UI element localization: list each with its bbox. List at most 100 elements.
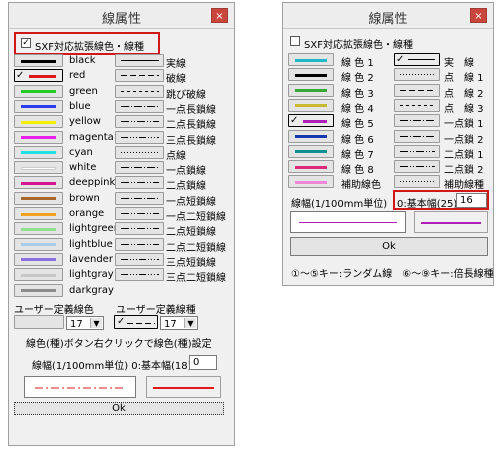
linetype-button-4[interactable] [115, 115, 164, 129]
linetype-label: 二点鎖 2 [444, 165, 484, 177]
linetype-button-0[interactable] [115, 54, 164, 67]
user-linetype-select[interactable]: 17 ▼ [160, 316, 198, 330]
linetype-button-2[interactable] [394, 83, 440, 97]
linetype-button-4[interactable] [394, 114, 440, 128]
color-button-4[interactable]: ✓ [288, 114, 334, 128]
color-button-5[interactable] [288, 129, 334, 143]
color-label: cyan [69, 146, 93, 158]
linetype-button-6[interactable] [394, 144, 440, 158]
linetype-sample [121, 105, 159, 108]
color-button-6[interactable] [288, 144, 334, 158]
color-button-9[interactable] [14, 191, 63, 205]
check-mark-icon: ✓ [290, 114, 299, 126]
linetype-label: 一点短鎖線 [166, 196, 216, 208]
sxf-label: SXF対応拡張線色・線種 [304, 40, 413, 51]
check-mark-icon: ✓ [22, 38, 30, 48]
color-button-14[interactable] [14, 268, 63, 282]
user-color-select[interactable]: 17 ▼ [66, 316, 104, 330]
color-button-12[interactable] [14, 237, 63, 251]
linetype-button-10[interactable] [115, 207, 164, 220]
user-color-value: 17 [70, 319, 83, 330]
linetype-button-0[interactable]: ✓ [394, 53, 440, 66]
linetype-button-7[interactable] [394, 160, 440, 174]
color-button-3[interactable] [14, 99, 63, 113]
linetype-button-1[interactable] [115, 69, 164, 83]
linetype-button-5[interactable] [115, 130, 164, 144]
sxf-checkbox[interactable] [290, 36, 300, 46]
ok-button[interactable]: Ok [14, 402, 224, 415]
color-button-15[interactable] [14, 283, 63, 297]
color-button-2[interactable] [288, 83, 334, 97]
color-swatch [21, 212, 56, 216]
color-swatch [21, 258, 56, 262]
color-swatch [21, 136, 56, 139]
color-swatch [21, 120, 56, 124]
width-input[interactable]: 16 [456, 193, 487, 208]
linetype-button-12[interactable] [115, 237, 164, 251]
width-input[interactable]: 0 [189, 355, 217, 370]
color-label: darkgray [69, 284, 114, 296]
color-label: 線 色 5 [341, 119, 374, 131]
color-button-7[interactable] [14, 161, 63, 175]
linetype-button-2[interactable] [115, 84, 164, 98]
color-label: black [69, 55, 96, 66]
ok-button[interactable]: Ok [290, 237, 488, 256]
color-button-1[interactable]: ✓ [14, 69, 63, 83]
color-label: 線 色 6 [341, 134, 374, 146]
linetype-button-14[interactable] [115, 268, 164, 282]
color-swatch [295, 150, 327, 154]
linetype-button-6[interactable] [115, 145, 164, 159]
color-preview [146, 376, 221, 398]
linetype-button-5[interactable] [394, 129, 440, 143]
color-button-0[interactable] [288, 53, 334, 66]
linetype-sample [400, 165, 435, 168]
color-button-3[interactable] [288, 98, 334, 112]
linetype-button-8[interactable] [115, 176, 164, 190]
linetype-label: 破線 [166, 74, 186, 86]
close-button[interactable]: × [211, 8, 228, 23]
color-button-8[interactable] [288, 175, 334, 189]
user-linetype-value: 17 [164, 319, 177, 330]
color-button-13[interactable] [14, 252, 63, 266]
linetype-label: 三点短鎖線 [166, 257, 216, 269]
linetype-label: 点 線 3 [444, 103, 484, 115]
linetype-button-7[interactable] [115, 161, 164, 175]
color-swatch [295, 89, 327, 93]
check-mark-icon: ✓ [396, 53, 405, 65]
linetype-button-1[interactable] [394, 68, 440, 82]
color-button-2[interactable] [14, 84, 63, 98]
footer-note: ①～⑤キー:ランダム線 ⑥～⑨キー:倍長線種 [291, 269, 494, 280]
color-swatch [295, 135, 327, 138]
color-swatch [295, 73, 327, 77]
linetype-button-8[interactable] [394, 175, 440, 189]
user-linetype-button[interactable]: ✓ [114, 315, 158, 329]
color-label: 線 色 1 [341, 58, 374, 69]
sxf-checkbox[interactable]: ✓ [21, 38, 31, 48]
user-color-button[interactable] [14, 315, 64, 329]
color-swatch [21, 227, 56, 231]
color-label: 線 色 7 [341, 149, 374, 161]
color-button-0[interactable] [14, 54, 63, 67]
color-button-8[interactable] [14, 176, 63, 190]
color-button-6[interactable] [14, 145, 63, 159]
close-button[interactable]: × [470, 8, 487, 23]
color-swatch [295, 180, 327, 184]
linetype-button-13[interactable] [115, 252, 164, 266]
color-button-1[interactable] [288, 68, 334, 82]
color-swatch [21, 105, 56, 109]
color-label: 線 色 8 [341, 165, 374, 177]
color-button-11[interactable] [14, 222, 63, 236]
color-button-5[interactable] [14, 130, 63, 144]
linetype-button-3[interactable] [394, 98, 440, 112]
linetype-sample [400, 73, 435, 76]
color-button-7[interactable] [288, 160, 334, 174]
linetype-button-9[interactable] [115, 191, 164, 205]
linetype-button-11[interactable] [115, 222, 164, 236]
linetype-sample [121, 59, 159, 62]
right-click-note: 線色(種)ボタン右クリックで線色(種)設定 [26, 339, 212, 350]
color-button-10[interactable] [14, 207, 63, 220]
color-button-4[interactable] [14, 115, 63, 129]
dialog-title: 線属性 [101, 12, 141, 27]
linetype-sample [121, 181, 159, 184]
linetype-button-3[interactable] [115, 99, 164, 113]
